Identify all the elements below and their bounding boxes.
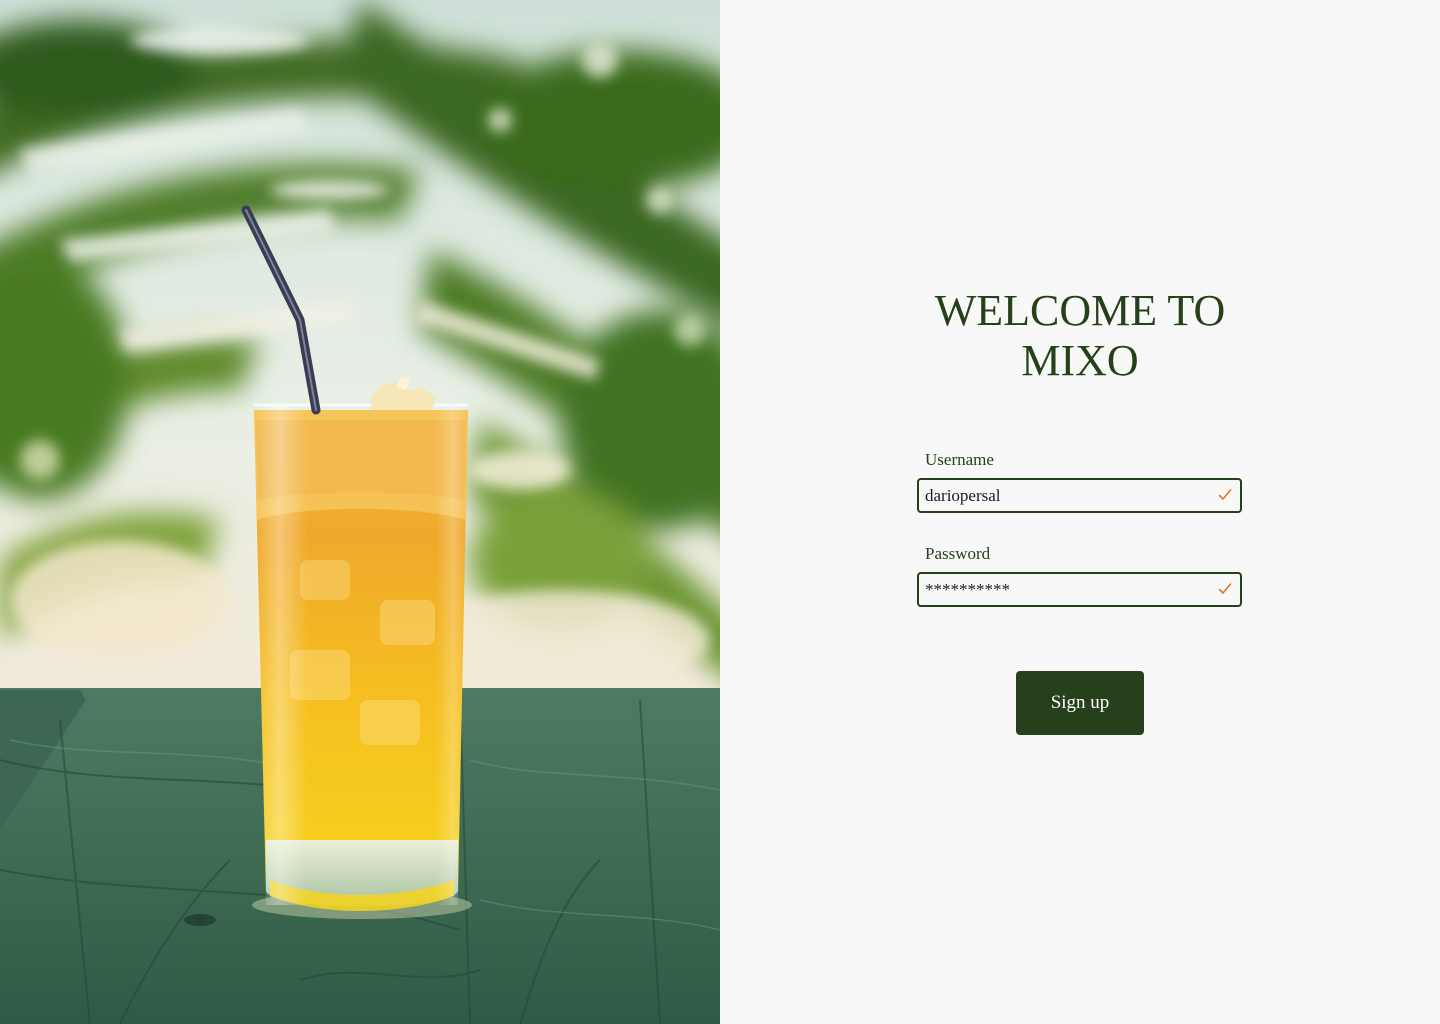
- username-label: Username: [925, 450, 994, 469]
- password-label: Password: [925, 544, 991, 563]
- hero-photo: [0, 0, 720, 1024]
- cocktail-photo: [0, 0, 720, 1024]
- password-input[interactable]: [925, 574, 1205, 605]
- login-page: WELCOME TO MIXO Username Password Sign u…: [0, 0, 1440, 1024]
- title-line-1: WELCOME TO: [934, 286, 1226, 335]
- page-title: WELCOME TO MIXO: [720, 286, 1440, 386]
- signup-panel: WELCOME TO MIXO Username Password Sign u…: [720, 0, 1440, 1024]
- username-input[interactable]: [925, 480, 1205, 511]
- title-line-2: MIXO: [1021, 336, 1139, 385]
- check-icon: [1218, 583, 1232, 594]
- password-field-wrapper[interactable]: [917, 572, 1242, 607]
- signup-button[interactable]: Sign up: [1016, 671, 1144, 735]
- check-icon: [1218, 489, 1232, 500]
- username-field-wrapper[interactable]: [917, 478, 1242, 513]
